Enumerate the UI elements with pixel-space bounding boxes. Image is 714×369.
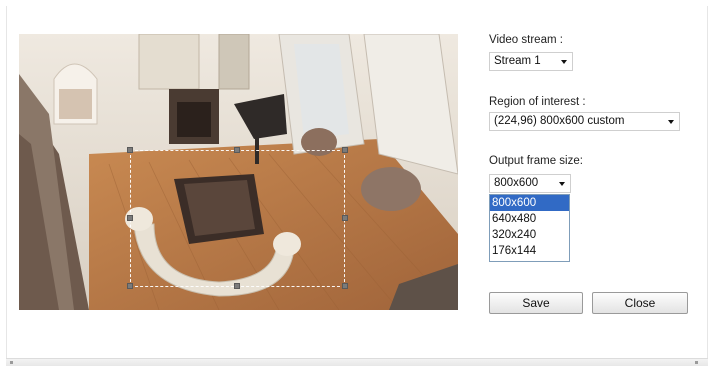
region-of-interest-select[interactable]: (224,96) 800x600 custom: [489, 112, 680, 131]
option-320x240[interactable]: 320x240: [490, 227, 569, 243]
output-frame-size-label: Output frame size:: [489, 155, 583, 167]
option-640x480[interactable]: 640x480: [490, 211, 569, 227]
chevron-down-icon: [559, 182, 565, 186]
roi-handle-middle-right[interactable]: [342, 215, 348, 221]
scroll-left-icon: [10, 361, 13, 364]
video-stream-select[interactable]: Stream 1: [489, 52, 573, 71]
roi-handle-middle-left[interactable]: [127, 215, 133, 221]
chevron-down-icon: [668, 120, 674, 124]
video-stream-value: Stream 1: [494, 55, 541, 67]
option-800x600[interactable]: 800x600: [490, 195, 569, 211]
save-button[interactable]: Save: [489, 292, 583, 314]
close-button[interactable]: Close: [592, 292, 688, 314]
region-of-interest-label: Region of interest :: [489, 96, 586, 108]
video-stream-label: Video stream :: [489, 34, 563, 46]
roi-handle-bottom-center[interactable]: [234, 283, 240, 289]
roi-handle-bottom-right[interactable]: [342, 283, 348, 289]
roi-handle-top-center[interactable]: [234, 147, 240, 153]
region-of-interest-box[interactable]: [130, 150, 345, 287]
chevron-down-icon: [561, 60, 567, 64]
roi-handle-top-left[interactable]: [127, 147, 133, 153]
option-176x144[interactable]: 176x144: [490, 243, 569, 259]
region-of-interest-value: (224,96) 800x600 custom: [494, 115, 625, 127]
output-frame-size-select[interactable]: 800x600: [489, 174, 571, 193]
roi-handle-bottom-left[interactable]: [127, 283, 133, 289]
roi-handle-top-right[interactable]: [342, 147, 348, 153]
scroll-right-icon: [695, 361, 698, 364]
horizontal-scrollbar[interactable]: [6, 358, 708, 366]
output-frame-size-value: 800x600: [494, 177, 539, 189]
output-frame-size-options: 800x600 640x480 320x240 176x144: [489, 194, 570, 262]
